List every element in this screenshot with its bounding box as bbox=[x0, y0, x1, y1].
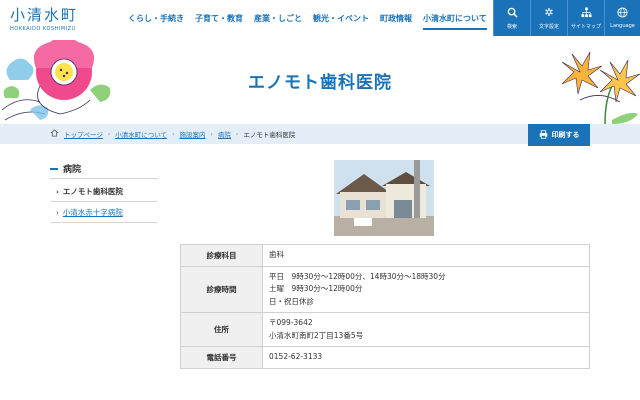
hours-saturday: 土曜 9時30分～12時00分 bbox=[269, 284, 363, 293]
clinic-info-table: 診療科目 歯科 診療時間 平日 9時30分～12時00分、14時30分～18時3… bbox=[180, 244, 590, 369]
row-value-hours: 平日 9時30分～12時00分、14時30分～18時30分 土曜 9時30分～1… bbox=[262, 265, 590, 313]
street-address: 小清水町南町2丁目13番5号 bbox=[269, 330, 364, 340]
nav-item-about[interactable]: 小清水町について bbox=[423, 13, 487, 30]
sidebar-heading-label: 病院 bbox=[63, 165, 82, 175]
print-button[interactable]: 印刷する bbox=[528, 124, 590, 146]
language-label: Language bbox=[610, 23, 635, 29]
sidebar-divider bbox=[50, 178, 158, 179]
language-button[interactable]: Language bbox=[604, 0, 640, 36]
nav-item-town-gov[interactable]: 町政情報 bbox=[380, 13, 412, 30]
row-key-address: 住所 bbox=[180, 312, 263, 347]
row-key-hours: 診療時間 bbox=[180, 265, 263, 313]
site-header: 小清水町 HOKKAIDO KOSHIMIZU くらし・手続き 子育て・教育 産… bbox=[0, 0, 640, 40]
globe-icon bbox=[617, 7, 628, 20]
breadcrumb-link-about[interactable]: 小清水町について bbox=[115, 129, 167, 139]
hours-weekday: 平日 9時30分～12時00分、14時30分～18時30分 bbox=[269, 271, 446, 281]
text-settings-label: 文字設定 bbox=[538, 23, 559, 30]
table-row: 診療時間 平日 9時30分～12時00分、14時30分～18時30分 土曜 9時… bbox=[180, 265, 590, 313]
sitemap-button[interactable]: サイトマップ bbox=[567, 0, 604, 36]
logo-subtext: HOKKAIDO KOSHIMIZU bbox=[10, 26, 76, 32]
text-settings-button[interactable]: ✲ 文字設定 bbox=[530, 0, 567, 36]
sidebar-item-red-cross-hospital[interactable]: › 小清水赤十字病院 bbox=[56, 207, 123, 218]
row-key-phone: 電話番号 bbox=[180, 346, 263, 369]
department-value: 歯科 bbox=[269, 250, 284, 259]
search-icon bbox=[507, 7, 518, 20]
search-button[interactable]: 検索 bbox=[493, 0, 530, 36]
sitemap-label: サイトマップ bbox=[570, 23, 601, 30]
clinic-building-photo bbox=[334, 160, 434, 236]
row-value-department: 歯科 bbox=[262, 244, 590, 267]
gear-icon: ✲ bbox=[544, 5, 554, 19]
utility-buttons: 検索 ✲ 文字設定 サイトマップ Language bbox=[493, 0, 640, 36]
breadcrumb-link-facilities[interactable]: 施設案内 bbox=[180, 129, 206, 139]
chevron-right-icon: › bbox=[56, 187, 59, 196]
table-row: 電話番号 0152-62-3133 bbox=[180, 346, 590, 369]
page-hero: エノモト歯科医院 bbox=[0, 40, 640, 124]
breadcrumb-current: エノモト歯科医院 bbox=[243, 131, 296, 139]
chevron-right-icon: › bbox=[56, 208, 59, 217]
nav-item-industry[interactable]: 産業・しごと bbox=[254, 13, 302, 30]
breadcrumb-separator: › bbox=[172, 130, 175, 138]
sidebar-item-label: 小清水赤十字病院 bbox=[62, 208, 123, 217]
nav-item-tourism[interactable]: 観光・イベント bbox=[313, 13, 369, 30]
sidebar-item-enomoto-dental[interactable]: › エノモト歯科医院 bbox=[56, 186, 123, 197]
breadcrumb-separator: › bbox=[235, 130, 239, 138]
search-label: 検索 bbox=[506, 23, 517, 30]
sidebar-divider bbox=[50, 201, 158, 202]
postal-code: 〒099-3642 bbox=[269, 318, 313, 327]
sitemap-icon bbox=[580, 6, 592, 20]
sidebar-heading: 病院 bbox=[50, 162, 81, 175]
breadcrumb-link-top[interactable]: トップページ bbox=[64, 129, 103, 139]
print-button-label: 印刷する bbox=[551, 131, 580, 139]
breadcrumb-separator: › bbox=[107, 130, 111, 138]
phone-number: 0152-62-3133 bbox=[269, 352, 323, 361]
global-nav: くらし・手続き 子育て・教育 産業・しごと 観光・イベント 町政情報 小清水町に… bbox=[128, 13, 487, 30]
hours-closed: 日・祝日休診 bbox=[269, 296, 314, 306]
sidebar-divider bbox=[50, 222, 158, 223]
breadcrumb-link-hospitals[interactable]: 病院 bbox=[218, 129, 231, 139]
breadcrumb-separator: › bbox=[210, 130, 213, 138]
nav-item-living[interactable]: くらし・手続き bbox=[128, 13, 184, 30]
sidebar-item-label: エノモト歯科医院 bbox=[62, 187, 123, 196]
heading-bar-icon bbox=[50, 167, 58, 170]
breadcrumb: トップページ › 小清水町について › 施設案内 › 病院 › エノモト歯科医院 bbox=[50, 129, 295, 139]
table-row: 診療科目 歯科 bbox=[180, 244, 590, 267]
home-icon bbox=[50, 129, 59, 139]
row-value-address: 〒099-3642 小清水町南町2丁目13番5号 bbox=[262, 312, 590, 347]
row-key-department: 診療科目 bbox=[180, 244, 263, 267]
nav-item-childcare[interactable]: 子育て・教育 bbox=[195, 13, 243, 30]
site-logo[interactable]: 小清水町 HOKKAIDO KOSHIMIZU bbox=[10, 6, 78, 32]
logo-text: 小清水町 bbox=[10, 6, 79, 24]
printer-icon bbox=[539, 129, 548, 141]
table-row: 住所 〒099-3642 小清水町南町2丁目13番5号 bbox=[180, 312, 590, 347]
row-value-phone: 0152-62-3133 bbox=[262, 346, 590, 369]
page-title: エノモト歯科医院 bbox=[248, 73, 392, 93]
